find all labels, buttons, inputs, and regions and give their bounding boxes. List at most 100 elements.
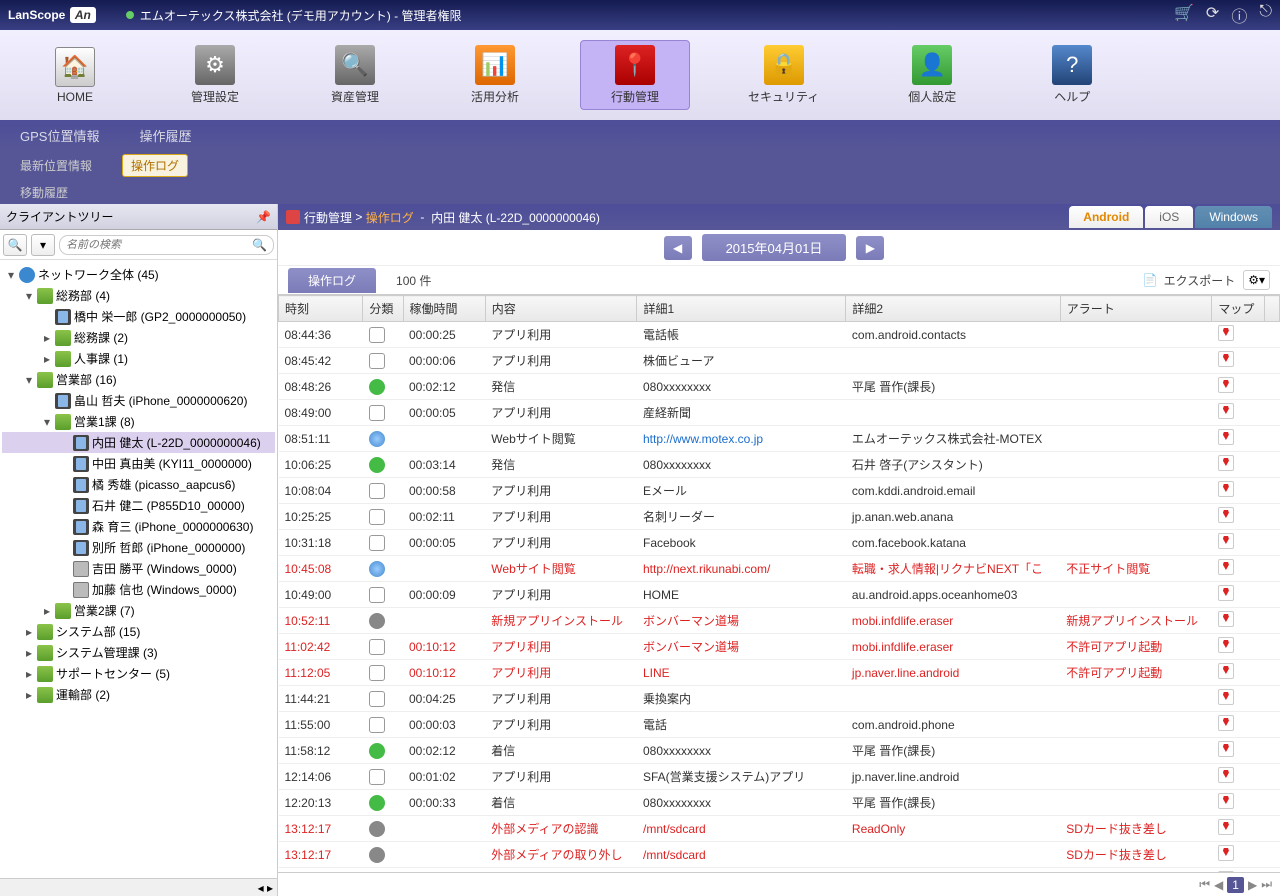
table-row[interactable]: 13:25:0000:00:09アプリ利用HOMEau.android.apps… — [279, 868, 1280, 873]
map-icon[interactable] — [1218, 351, 1234, 367]
map-icon[interactable] — [1218, 715, 1234, 731]
logout-icon[interactable]: ⎋ — [1259, 3, 1272, 27]
tree-node[interactable]: 中田 真由美 (KYI11_0000000) — [2, 453, 275, 474]
table-row[interactable]: 11:58:1200:02:12着信080xxxxxxxx平尾 晋作(課長) — [279, 738, 1280, 764]
table-row[interactable]: 12:14:0600:01:02アプリ利用SFA(営業支援システム)アプリjp.… — [279, 764, 1280, 790]
tab-ios[interactable]: iOS — [1145, 206, 1193, 228]
table-row[interactable]: 08:49:0000:00:05アプリ利用産経新聞 — [279, 400, 1280, 426]
col-map[interactable]: マップ — [1212, 296, 1265, 322]
table-row[interactable]: 08:48:2600:02:12発信080xxxxxxxx平尾 晋作(課長) — [279, 374, 1280, 400]
tree-node[interactable]: ▸システム管理課 (3) — [2, 642, 275, 663]
tree-node[interactable]: ▸システム部 (15) — [2, 621, 275, 642]
table-row[interactable]: 13:12:17外部メディアの取り外し/mnt/sdcardSDカード抜き差し — [279, 842, 1280, 868]
table-row[interactable]: 08:51:11Webサイト閲覧http://www.motex.co.jpエム… — [279, 426, 1280, 452]
table-row[interactable]: 11:02:4200:10:12アプリ利用ボンバーマン道場mobi.infdli… — [279, 634, 1280, 660]
search-input[interactable] — [66, 239, 252, 251]
tree-node[interactable]: 内田 健太 (L-22D_0000000046) — [2, 432, 275, 453]
map-icon[interactable] — [1218, 533, 1234, 549]
tree-node[interactable]: 別所 哲郎 (iPhone_0000000) — [2, 537, 275, 558]
tree-node[interactable]: ▸総務課 (2) — [2, 327, 275, 348]
nav-2[interactable]: 🔍資産管理 — [300, 41, 410, 109]
tree-node[interactable]: ▸運輸部 (2) — [2, 684, 275, 705]
map-icon[interactable] — [1218, 637, 1234, 653]
tree-node[interactable]: 橋中 栄一郎 (GP2_0000000050) — [2, 306, 275, 327]
table-row[interactable]: 10:06:2500:03:14発信080xxxxxxxx石井 啓子(アシスタン… — [279, 452, 1280, 478]
search-icon[interactable]: 🔍 — [252, 238, 267, 252]
map-icon[interactable] — [1218, 845, 1234, 861]
table-row[interactable]: 10:45:08Webサイト閲覧http://next.rikunabi.com… — [279, 556, 1280, 582]
table-row[interactable]: 10:25:2500:02:11アプリ利用名刺リーダーjp.anan.web.a… — [279, 504, 1280, 530]
table-row[interactable]: 13:12:17外部メディアの認識/mnt/sdcardReadOnlySDカー… — [279, 816, 1280, 842]
tree-node[interactable]: 橘 秀雄 (picasso_aapcus6) — [2, 474, 275, 495]
pin-icon[interactable]: 📌 — [256, 210, 271, 224]
tab-android[interactable]: Android — [1069, 206, 1143, 228]
col-d2[interactable]: 詳細2 — [846, 296, 1060, 322]
subsub-oplog[interactable]: 操作ログ — [122, 154, 188, 177]
subnav-history[interactable]: 操作履歴 — [139, 126, 191, 145]
nav-0[interactable]: 🏠HOME — [20, 43, 130, 108]
subnav-gps[interactable]: GPS位置情報 — [20, 126, 99, 145]
table-wrapper[interactable]: 時刻分類稼働時間内容詳細1詳細2アラートマップ 08:44:3600:00:25… — [278, 294, 1280, 872]
map-icon[interactable] — [1218, 741, 1234, 757]
search-field[interactable]: 🔍 — [59, 235, 274, 255]
tree-node[interactable]: 石井 健二 (P855D10_00000) — [2, 495, 275, 516]
tree-node[interactable]: ▸サポートセンター (5) — [2, 663, 275, 684]
table-row[interactable]: 10:49:0000:00:09アプリ利用HOMEau.android.apps… — [279, 582, 1280, 608]
map-icon[interactable] — [1218, 429, 1234, 445]
map-icon[interactable] — [1218, 585, 1234, 601]
map-icon[interactable] — [1218, 793, 1234, 809]
tab-windows[interactable]: Windows — [1195, 206, 1272, 228]
map-icon[interactable] — [1218, 325, 1234, 341]
pager-next[interactable]: ▶ — [1248, 878, 1257, 892]
settings-button[interactable]: ⚙ ▾ — [1243, 270, 1270, 290]
pager-first[interactable]: ⏮ — [1199, 877, 1210, 892]
tree-node[interactable]: 森 育三 (iPhone_0000000630) — [2, 516, 275, 537]
map-icon[interactable] — [1218, 871, 1234, 872]
table-row[interactable]: 10:08:0400:00:58アプリ利用Eメールcom.kddi.androi… — [279, 478, 1280, 504]
map-icon[interactable] — [1218, 377, 1234, 393]
date-prev-button[interactable]: ◀ — [664, 236, 692, 260]
col-time[interactable]: 時刻 — [279, 296, 363, 322]
data-tab-oplog[interactable]: 操作ログ — [288, 268, 376, 293]
tree-node[interactable]: ▾営業部 (16) — [2, 369, 275, 390]
table-row[interactable]: 11:12:0500:10:12アプリ利用LINEjp.naver.line.a… — [279, 660, 1280, 686]
table-row[interactable]: 08:44:3600:00:25アプリ利用電話帳com.android.cont… — [279, 322, 1280, 348]
col-content[interactable]: 内容 — [485, 296, 637, 322]
table-row[interactable]: 10:31:1800:00:05アプリ利用Facebookcom.faceboo… — [279, 530, 1280, 556]
nav-3[interactable]: 📊活用分析 — [440, 41, 550, 109]
nav-4[interactable]: 📍行動管理 — [580, 40, 690, 110]
col-dur[interactable]: 稼働時間 — [403, 296, 485, 322]
date-label[interactable]: 2015年04月01日 — [702, 234, 847, 261]
subsub-movehist[interactable]: 移動履歴 — [20, 184, 68, 201]
tree-node[interactable]: ▸人事課 (1) — [2, 348, 275, 369]
tree-node[interactable]: 加藤 信也 (Windows_0000) — [2, 579, 275, 600]
refresh-icon[interactable]: ⟳ — [1206, 3, 1219, 27]
pager-last[interactable]: ⏭ — [1261, 877, 1272, 892]
sidebar-scrollbar[interactable]: ◂ ▸ — [0, 878, 277, 896]
map-icon[interactable] — [1218, 663, 1234, 679]
tree-node[interactable]: ▸営業2課 (7) — [2, 600, 275, 621]
cart-icon[interactable]: 🛒 — [1174, 3, 1194, 27]
table-row[interactable]: 12:20:1300:00:33着信080xxxxxxxx平尾 晋作(課長) — [279, 790, 1280, 816]
subsub-latest[interactable]: 最新位置情報 — [20, 157, 92, 174]
map-icon[interactable] — [1218, 481, 1234, 497]
table-row[interactable]: 08:45:4200:00:06アプリ利用株価ビューア — [279, 348, 1280, 374]
map-icon[interactable] — [1218, 507, 1234, 523]
table-row[interactable]: 11:55:0000:00:03アプリ利用電話com.android.phone — [279, 712, 1280, 738]
map-icon[interactable] — [1218, 455, 1234, 471]
tree-node[interactable]: 吉田 勝平 (Windows_0000) — [2, 558, 275, 579]
date-next-button[interactable]: ▶ — [856, 236, 884, 260]
col-alert[interactable]: アラート — [1060, 296, 1212, 322]
table-row[interactable]: 11:44:2100:04:25アプリ利用乗換案内 — [279, 686, 1280, 712]
table-row[interactable]: 10:52:11新規アプリインストールボンバーマン道場mobi.infdlife… — [279, 608, 1280, 634]
pager-prev[interactable]: ◀ — [1214, 878, 1223, 892]
tree-node[interactable]: ▾総務部 (4) — [2, 285, 275, 306]
tree-node[interactable]: ▾ネットワーク全体 (45) — [2, 264, 275, 285]
tree-node[interactable]: 畠山 哲夫 (iPhone_0000000620) — [2, 390, 275, 411]
map-icon[interactable] — [1218, 611, 1234, 627]
export-button[interactable]: 📄エクスポート — [1143, 272, 1236, 289]
tree-node[interactable]: ▾営業1課 (8) — [2, 411, 275, 432]
col-d1[interactable]: 詳細1 — [637, 296, 846, 322]
map-icon[interactable] — [1218, 403, 1234, 419]
nav-6[interactable]: 👤個人設定 — [877, 41, 987, 109]
